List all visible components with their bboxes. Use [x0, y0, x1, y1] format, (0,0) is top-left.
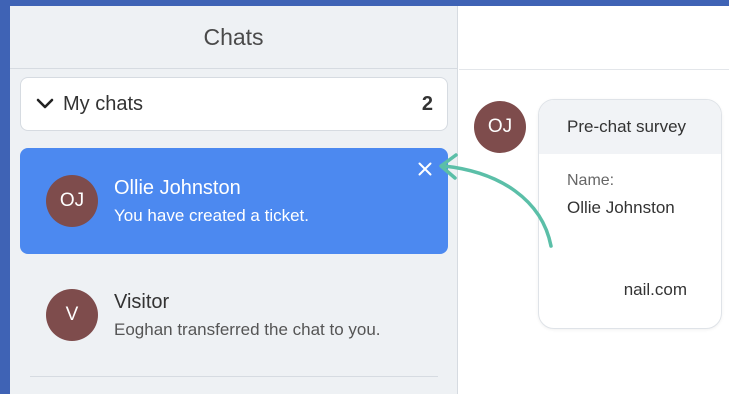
avatar: OJ — [46, 175, 98, 227]
chat-last-message: Eoghan transferred the chat to you. — [114, 319, 381, 339]
chat-item-visitor[interactable]: V Visitor Eoghan transferred the chat to… — [20, 262, 448, 368]
chevron-down-icon — [36, 98, 54, 109]
name-field-value: Ollie Johnston — [567, 198, 675, 217]
email-field-value: nail.com — [623, 280, 687, 299]
my-chats-count: 2 — [421, 92, 433, 115]
my-chats-toggle[interactable]: My chats 2 — [20, 77, 448, 131]
my-chats-label: My chats — [63, 92, 144, 115]
chat-item-ollie-johnston[interactable]: OJ Ollie Johnston You have created a tic… — [20, 148, 448, 254]
pointer-arrow-icon — [439, 153, 553, 248]
conversation-header-divider — [459, 69, 729, 70]
chat-name: Visitor — [114, 290, 170, 313]
survey-title: Pre-chat survey — [539, 100, 721, 154]
list-divider — [30, 376, 438, 377]
chats-sidebar: Chats My chats 2 OJ Ollie Johnston You h… — [10, 6, 458, 394]
sidebar-title: Chats — [10, 6, 457, 69]
chat-name: Ollie Johnston — [114, 176, 241, 199]
conversation-avatar: OJ — [474, 101, 526, 153]
chat-last-message: You have created a ticket. — [114, 205, 310, 225]
name-field-label: Name: — [567, 172, 615, 189]
avatar: V — [46, 289, 98, 341]
